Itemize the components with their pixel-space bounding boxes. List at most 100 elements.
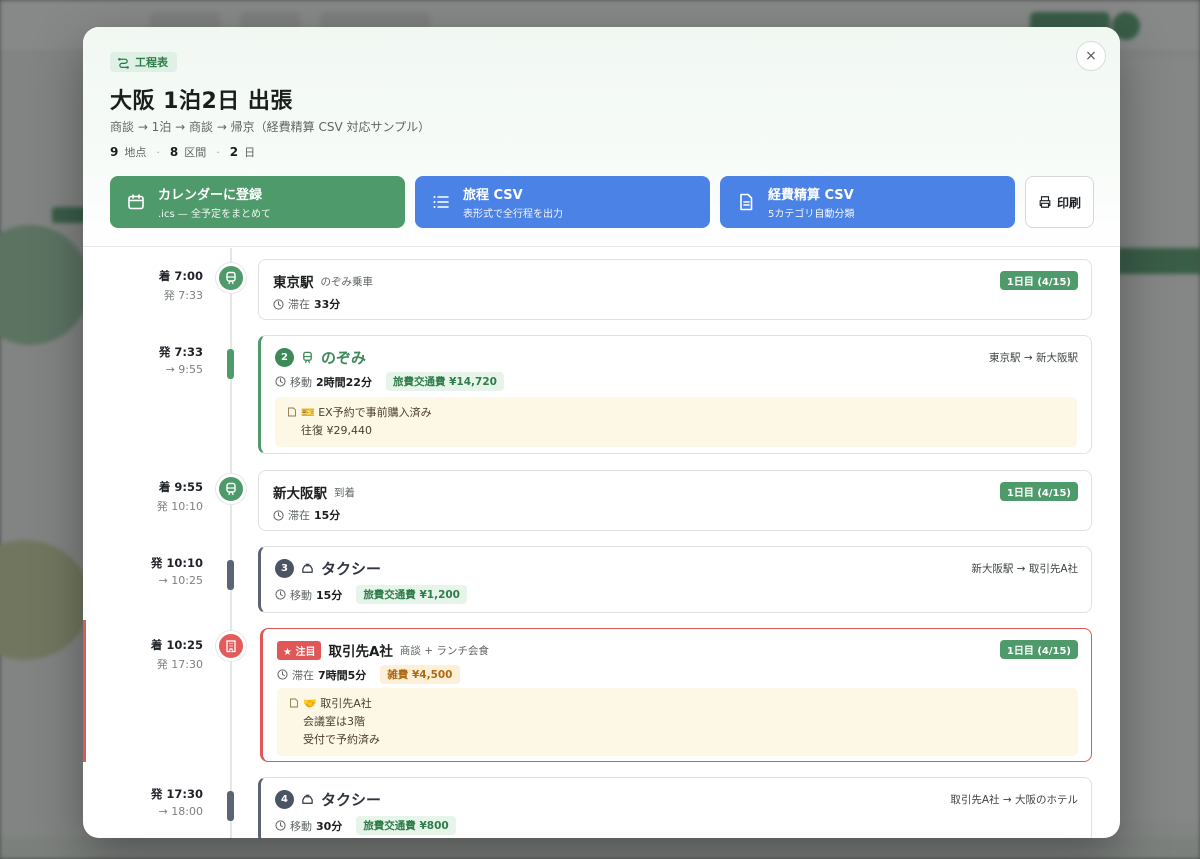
depart-time: 発 10:10 xyxy=(150,556,203,570)
move-card[interactable]: 4 タクシー 取引先A社 → 大阪のホテル 移動 30分 旅費交通費 ¥800 xyxy=(258,777,1092,838)
move-bar xyxy=(227,349,234,379)
expense-csv-sub: 5カテゴリ自動分類 xyxy=(768,209,855,220)
taxi-icon xyxy=(302,794,313,804)
memo-line: 会議室は3階 xyxy=(303,715,365,728)
stop-card-head: ★ 注目 取引先A社 商談 + ランチ会食 xyxy=(277,640,489,660)
expense-badge: 雑費 ¥4,500 xyxy=(380,665,460,684)
move-card[interactable]: 2 のぞみ 東京駅 → 新大阪駅 移動 2時間22分 旅費交通費 ¥14,720 … xyxy=(258,335,1092,454)
move-bar xyxy=(227,560,234,590)
station-node xyxy=(216,263,246,293)
move-card-head: 3 タクシー xyxy=(275,558,381,579)
move-time: 発 10:10 → 10:25 xyxy=(83,555,203,587)
depart-time: 発 17:30 xyxy=(150,787,203,801)
move-time: 発 7:33 → 9:55 xyxy=(83,344,203,376)
stop-card[interactable]: 東京駅 のぞみ乗車 1日目 (4/15) 滞在 33分 xyxy=(258,259,1092,320)
document-icon xyxy=(740,193,753,211)
move-info: 移動 15分 旅費交通費 ¥1,200 xyxy=(275,585,467,604)
route-text: 新大阪駅 → 取引先A社 xyxy=(971,563,1078,575)
depart-time: 発 10:10 xyxy=(156,500,203,513)
building-icon xyxy=(226,640,236,653)
stop-name: 新大阪駅 xyxy=(273,486,327,502)
itinerary-modal: 工程表 大阪 1泊2日 出張 商談 → 1泊 → 商談 → 帰京（経費精算 CS… xyxy=(83,27,1120,838)
expense-badge: 旅費交通費 ¥800 xyxy=(356,816,456,835)
day-badge: 1日目 (4/15) xyxy=(999,482,1078,501)
stop-note: のぞみ乗車 xyxy=(320,275,374,288)
clock-icon xyxy=(273,298,284,310)
itinerary-csv-button[interactable]: 旅程 CSV 表形式で全行程を出力 xyxy=(415,176,710,228)
stay-label: 滞在 xyxy=(288,298,310,311)
stop-time: 着 9:55 発 10:10 xyxy=(83,479,203,514)
stop-name: 取引先A社 xyxy=(328,644,393,660)
featured-badge: ★ 注目 xyxy=(277,640,322,660)
stop-card-highlighted[interactable]: ★ 注目 取引先A社 商談 + ランチ会食 1日目 (4/15) 滞在 7時間5分… xyxy=(260,628,1092,762)
move-bar xyxy=(227,791,234,821)
printer-icon xyxy=(1039,196,1051,208)
clock-icon xyxy=(275,820,286,831)
stop-card[interactable]: 新大阪駅 到着 1日目 (4/15) 滞在 15分 xyxy=(258,470,1092,531)
calendar-export-button[interactable]: カレンダーに登録 .ics — 全予定をまとめて xyxy=(110,176,405,228)
expense-badge: 旅費交通費 ¥14,720 xyxy=(385,372,504,391)
memo-line: 受付で予約済み xyxy=(303,733,380,746)
arrive-time: → 9:55 xyxy=(165,363,203,376)
stay-info: 滞在 15分 xyxy=(273,507,340,523)
segment-number: 3 xyxy=(275,559,294,578)
print-label: 印刷 xyxy=(1056,195,1081,210)
transport-mode: タクシー xyxy=(321,560,382,578)
memo-box: 🎫 EX予約で事前購入済み 往復 ¥29,440 xyxy=(275,397,1077,447)
clock-icon xyxy=(275,376,286,387)
stat-segments-value: 8 xyxy=(169,145,179,159)
stat-days-value: 2 xyxy=(229,145,239,159)
move-time: 発 17:30 → 18:00 xyxy=(83,786,203,818)
note-icon xyxy=(288,407,296,417)
timeline-line xyxy=(230,248,232,838)
move-card[interactable]: 3 タクシー 新大阪駅 → 取引先A社 移動 15分 旅費交通費 ¥1,200 xyxy=(258,546,1092,613)
train-icon xyxy=(303,351,312,364)
clock-icon xyxy=(277,669,288,680)
modal-header: 工程表 大阪 1泊2日 出張 商談 → 1泊 → 商談 → 帰京（経費精算 CS… xyxy=(83,27,1120,247)
calendar-export-sub: .ics — 全予定をまとめて xyxy=(158,209,272,220)
depart-time: 発 17:30 xyxy=(156,658,203,671)
transport-mode: タクシー xyxy=(321,791,382,809)
day-badge: 1日目 (4/15) xyxy=(999,640,1078,659)
office-node xyxy=(216,631,246,661)
train-icon xyxy=(226,482,236,496)
stay-info: 滞在 33分 xyxy=(273,296,340,312)
close-button[interactable]: × xyxy=(1076,41,1106,71)
stat-spots-value: 9 xyxy=(110,145,119,159)
depart-time: 発 7:33 xyxy=(158,345,203,359)
itinerary-csv-sub: 表形式で全行程を出力 xyxy=(463,209,563,220)
stat-segments-unit: 区間 xyxy=(184,146,207,159)
page-title: 大阪 1泊2日 出張 xyxy=(110,89,293,114)
memo-box: 🤝 取引先A社 会議室は3階 受付で予約済み xyxy=(277,688,1078,756)
tag-label: 工程表 xyxy=(135,56,168,69)
memo-line: 🎫 EX予約で事前購入済み xyxy=(301,406,432,419)
close-icon: × xyxy=(1085,48,1097,64)
stop-card-head: 新大阪駅 到着 xyxy=(273,482,355,502)
taxi-icon xyxy=(302,563,313,573)
page-subtitle: 商談 → 1泊 → 商談 → 帰京（経費精算 CSV 対応サンプル） xyxy=(110,120,431,134)
move-label: 移動 xyxy=(290,819,312,833)
move-duration: 2時間22分 xyxy=(316,375,372,389)
stay-duration: 15分 xyxy=(314,509,341,522)
stay-label: 滞在 xyxy=(292,668,314,682)
trip-stats: 9 地点 · 8 区間 · 2日 xyxy=(110,144,255,160)
expense-badge: 旅費交通費 ¥1,200 xyxy=(356,585,467,604)
station-node xyxy=(216,474,246,504)
stop-time: 着 7:00 発 7:33 xyxy=(83,268,203,303)
separator-dot: · xyxy=(156,146,160,159)
stay-label: 滞在 xyxy=(288,509,310,522)
arrive-time: → 18:00 xyxy=(158,805,203,818)
separator-dot: · xyxy=(216,146,220,159)
clock-icon xyxy=(275,589,286,600)
calendar-export-label: カレンダーに登録 xyxy=(158,188,263,203)
expense-csv-label: 経費精算 CSV xyxy=(768,188,854,203)
arrive-time: 着 7:00 xyxy=(158,269,203,283)
arrive-time: → 10:25 xyxy=(158,574,203,587)
print-button[interactable]: 印刷 xyxy=(1025,176,1094,228)
stat-spots-unit: 地点 xyxy=(124,146,147,159)
timeline: 着 7:00 発 7:33 東京駅 のぞみ乗車 1日目 (4/15) 滞在 33分 … xyxy=(83,248,1120,838)
route-text: 東京駅 → 新大阪駅 xyxy=(989,352,1078,364)
stop-time: 着 10:25 発 17:30 xyxy=(83,637,203,672)
expense-csv-button[interactable]: 経費精算 CSV 5カテゴリ自動分類 xyxy=(720,176,1015,228)
move-label: 移動 xyxy=(290,375,312,389)
